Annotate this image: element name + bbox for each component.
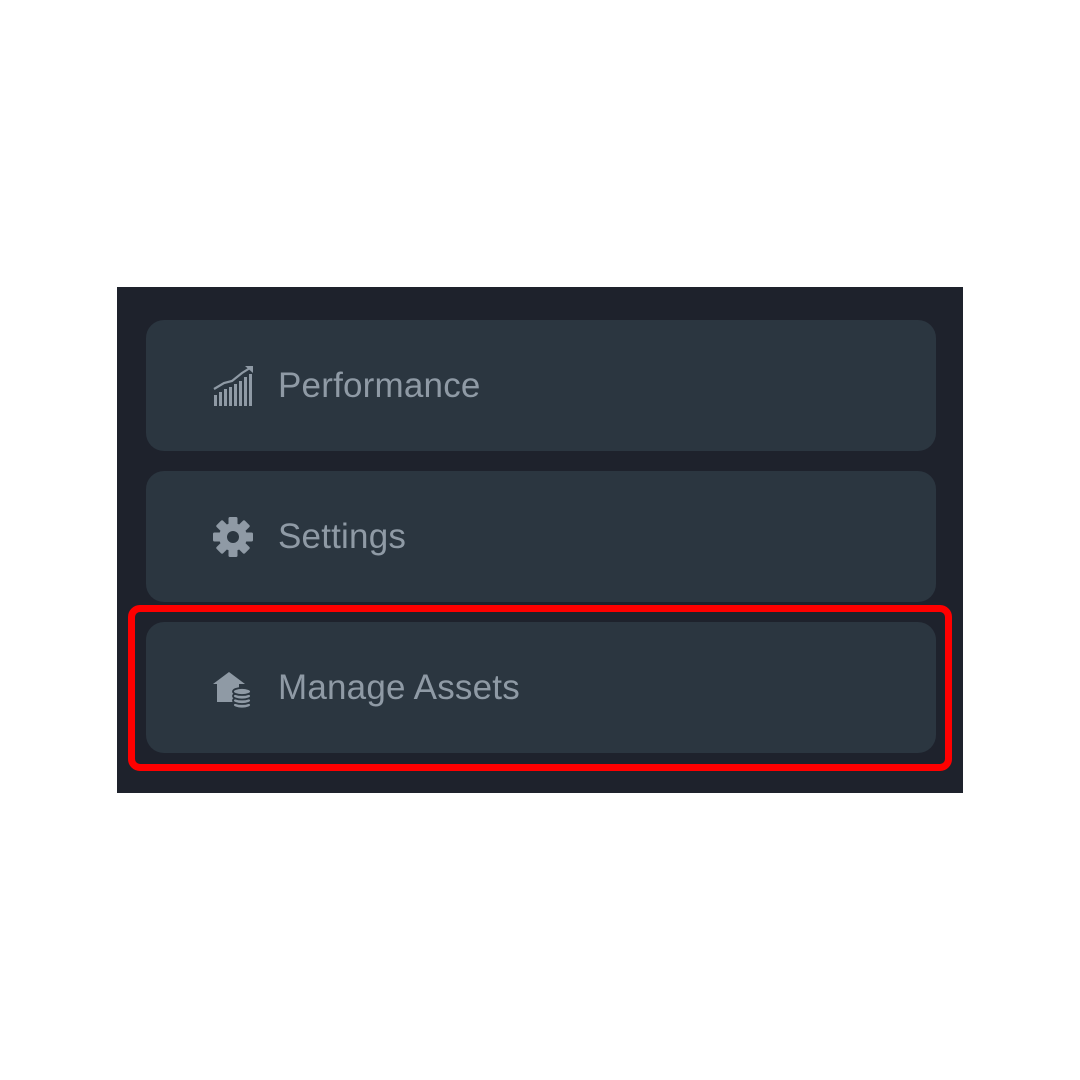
menu-item-performance[interactable]: Performance [146, 320, 936, 451]
menu-item-manage-assets[interactable]: Manage Assets [146, 622, 936, 753]
gear-icon [212, 516, 254, 558]
navigation-menu: Performance Settings Manage Assets [117, 287, 963, 793]
performance-chart-icon [212, 365, 254, 407]
assets-house-coins-icon [212, 667, 254, 709]
menu-item-label: Manage Assets [278, 667, 520, 707]
menu-item-label: Performance [278, 365, 481, 405]
menu-item-label: Settings [278, 516, 407, 556]
menu-item-settings[interactable]: Settings [146, 471, 936, 602]
